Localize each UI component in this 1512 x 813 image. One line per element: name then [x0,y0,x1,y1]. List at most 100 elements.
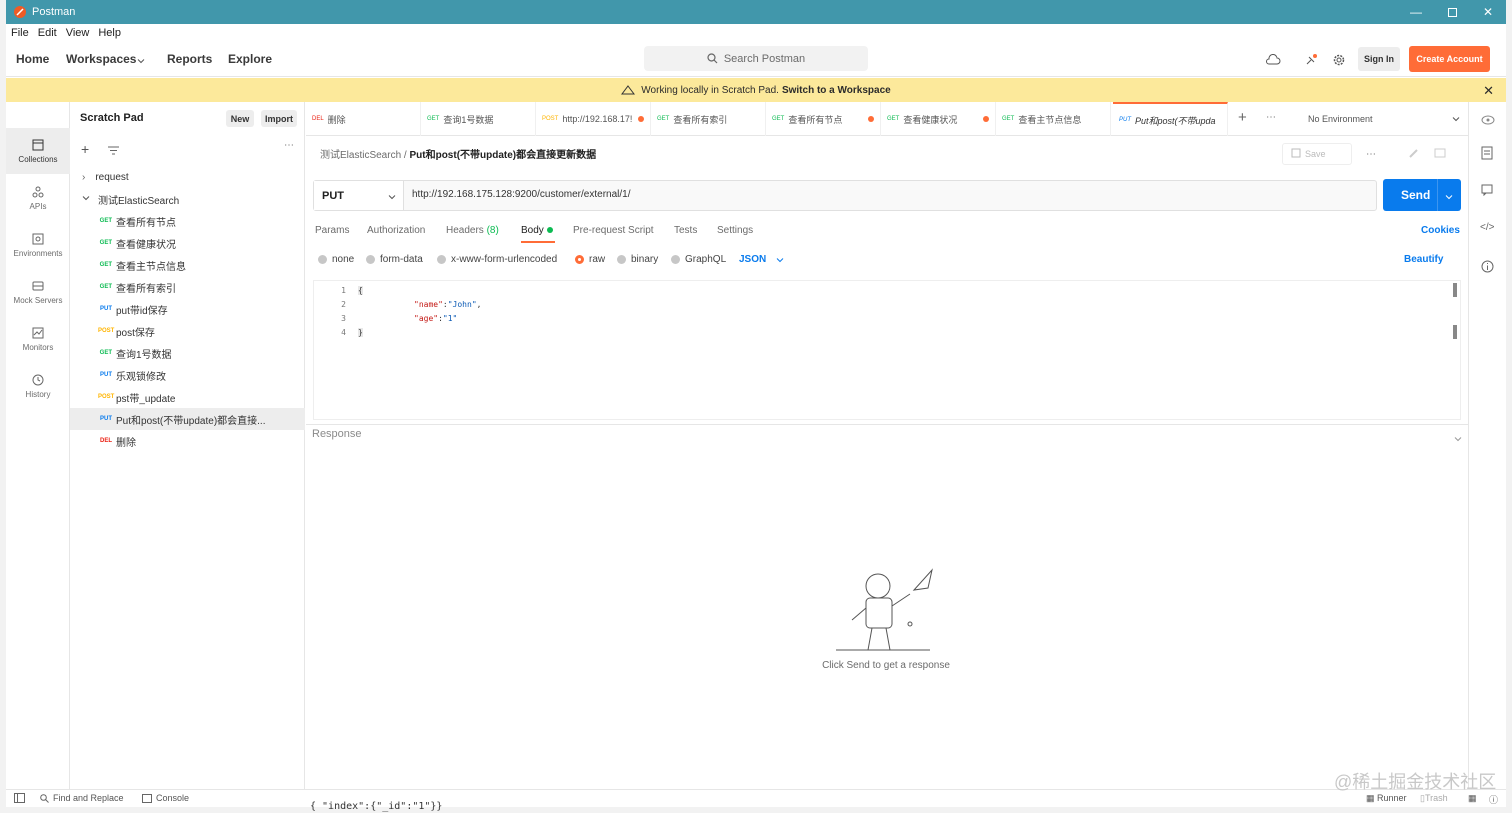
radio-urlencoded[interactable]: x-www-form-urlencoded [437,254,557,265]
cloud-sync-icon[interactable] [1264,51,1282,69]
rail-monitors[interactable]: Monitors [6,316,70,362]
beautify-link[interactable]: Beautify [1404,254,1443,265]
tab-request[interactable]: GET 查看主节点信息 [996,102,1111,136]
editor-scrollbar-thumb[interactable] [1453,325,1457,339]
tab-params[interactable]: Params [315,225,349,236]
more-options-icon[interactable]: ⋯ [284,140,294,151]
chevron-down-icon[interactable] [137,54,145,68]
rail-mock-servers[interactable]: Mock Servers [6,269,70,315]
menu-edit[interactable]: Edit [38,27,57,39]
tree-request[interactable]: DEL 删除 [70,430,305,452]
code-icon[interactable]: </> [1480,222,1494,233]
radio-graphql[interactable]: GraphQL [671,254,726,265]
tab-request[interactable]: GET 查看所有索引 [651,102,766,136]
filter-icon[interactable] [108,144,119,158]
comments-icon[interactable] [1434,147,1446,162]
rail-apis[interactable]: APIs [6,175,70,221]
environment-select[interactable]: No Environment [1308,102,1468,136]
trash-button[interactable]: ▯Trash [1420,793,1448,804]
chevron-down-icon[interactable] [1454,432,1462,446]
nav-reports[interactable]: Reports [167,52,212,66]
info-icon[interactable] [1481,260,1494,276]
response-label[interactable]: Response [312,428,362,440]
tab-request[interactable]: POST http://192.168.17! [536,102,651,136]
tab-headers[interactable]: Headers (8) [446,225,499,236]
menu-help[interactable]: Help [98,27,121,39]
sidebar-toggle-icon[interactable] [14,793,25,805]
tree-folder[interactable]: › request [70,166,305,188]
tab-tests[interactable]: Tests [674,225,697,236]
nav-home[interactable]: Home [16,52,49,66]
method-select[interactable]: PUT [314,181,404,210]
more-options-icon[interactable]: ⋯ [1366,149,1376,160]
tree-request-selected[interactable]: PUT Put和post(不带update)都会直接... [70,408,305,430]
create-account-button[interactable]: Create Account [1409,46,1490,72]
search-input[interactable]: Search Postman [644,46,868,71]
tree-request[interactable]: GET 查看所有节点 [70,210,305,232]
editor-scrollbar[interactable] [1453,283,1457,297]
help-icon[interactable]: ⓘ [1489,793,1498,806]
nav-workspaces[interactable]: Workspaces [66,52,136,66]
documentation-icon[interactable] [1481,146,1493,163]
radio-form-data[interactable]: form-data [366,254,423,265]
tab-prerequest[interactable]: Pre-request Script [573,225,654,236]
tab-body[interactable]: Body [521,225,553,236]
tree-collection[interactable]: 测试ElasticSearch [70,188,305,210]
comments-icon[interactable] [1481,184,1493,199]
tree-request[interactable]: GET 查看健康状况 [70,232,305,254]
chevron-down-icon[interactable] [1445,190,1453,204]
tab-request[interactable]: DEL 删除 [306,102,421,136]
tab-request[interactable]: GET 查看所有节点 [766,102,881,136]
rail-collections[interactable]: Collections [6,128,70,174]
breadcrumb-collection[interactable]: 测试ElasticSearch [320,150,401,161]
tab-request[interactable]: GET 查看健康状况 [881,102,996,136]
tab-request-active[interactable]: PUT Put和post(不带upda [1113,102,1228,136]
nav-explore[interactable]: Explore [228,52,272,66]
tree-request[interactable]: GET 查看主节点信息 [70,254,305,276]
menu-file[interactable]: File [11,27,29,39]
satellite-icon[interactable] [1302,51,1320,69]
close-icon[interactable]: ✕ [1483,83,1494,99]
close-icon[interactable]: ✕ [1470,0,1506,24]
sign-in-button[interactable]: Sign In [1358,47,1400,71]
tree-request[interactable]: GET 查看所有索引 [70,276,305,298]
url-input[interactable]: http://192.168.175.128:9200/customer/ext… [412,189,631,200]
runner-button[interactable]: ▦ Runner [1366,793,1407,804]
new-button[interactable]: New [226,110,254,127]
tab-settings[interactable]: Settings [717,225,753,236]
radio-binary[interactable]: binary [617,254,658,265]
find-replace-button[interactable]: Find and Replace [40,793,124,803]
save-button[interactable]: Save [1282,143,1352,165]
switch-workspace-link[interactable]: Switch to a Workspace [782,85,891,96]
maximize-icon[interactable] [1434,0,1470,24]
tab-authorization[interactable]: Authorization [367,225,425,236]
new-tab-icon[interactable]: + [1238,109,1247,126]
warning-icon [621,85,636,95]
menu-view[interactable]: View [66,27,90,39]
tree-request[interactable]: POST post保存 [70,320,305,342]
radio-raw[interactable]: raw [575,254,605,265]
body-editor[interactable]: 1 2 3 4 { "name":"John", "age":"1" } [313,280,1461,420]
edit-icon[interactable] [1408,147,1420,162]
console-button[interactable]: Console [142,793,189,803]
layout-icon[interactable]: ▦ [1468,793,1477,804]
tree-request[interactable]: PUT 乐观锁修改 [70,364,305,386]
language-select[interactable]: JSON [739,254,784,265]
tab-request[interactable]: GET 查询1号数据 [421,102,536,136]
add-icon[interactable]: + [81,141,89,157]
breadcrumb-request[interactable]: Put和post(不带update)都会直接更新数据 [409,150,596,161]
radio-none[interactable]: none [318,254,354,265]
minimize-icon[interactable]: — [1398,0,1434,24]
import-button[interactable]: Import [261,110,297,127]
rail-history[interactable]: History [6,363,70,409]
tree-request[interactable]: PUT put带id保存 [70,298,305,320]
eye-icon[interactable] [1481,114,1495,128]
tree-request[interactable]: GET 查询1号数据 [70,342,305,364]
cookies-link[interactable]: Cookies [1421,225,1460,236]
tab-label: 查看主节点信息 [1018,114,1082,125]
send-button[interactable]: Send [1383,179,1461,211]
gear-icon[interactable] [1330,51,1348,69]
more-tabs-icon[interactable]: ⋯ [1266,112,1276,123]
tree-request[interactable]: POST pst带_update [70,386,305,408]
rail-environments[interactable]: Environments [6,222,70,268]
